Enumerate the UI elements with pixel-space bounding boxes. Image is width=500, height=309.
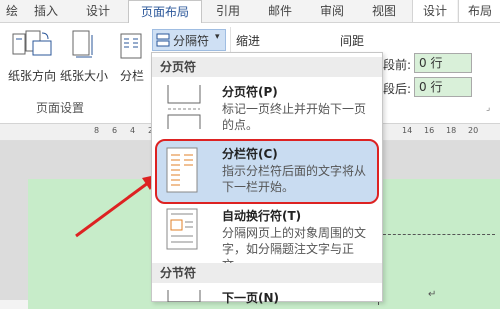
text-wrapping-break-icon [166,208,200,256]
section-header-section-breaks: 分节符 [152,263,382,283]
page-break-description: 标记一页终止并开始下一页的点。 [222,102,367,132]
ruler-tick: 18 [446,126,457,135]
tab-context-design[interactable]: 设计 [412,0,457,22]
ruler-tick: 20 [468,126,479,135]
breaks-dropdown-menu: 分页符 分页符(P) 标记一页终止并开始下一页的点。 分栏符(C) 指示分栏符后… [151,52,383,305]
orientation-label[interactable]: 纸张方向 [8,67,56,84]
dialog-launcher-icon[interactable]: ⌟ [486,103,490,113]
page-break-icon [160,83,208,135]
ruler-tick: 6 [112,126,118,135]
paper-size-label[interactable]: 纸张大小 [60,67,108,84]
ruler-tick: 8 [94,126,100,135]
tab-view[interactable]: 视图 [362,0,406,22]
ribbon-tab-bar: 绘 插入 设计 页面布局 引用 邮件 审阅 视图 设计 布局 [0,0,500,24]
ruler-tick: 14 [402,126,413,135]
breaks-icon [156,32,170,51]
tab-design[interactable]: 设计 [76,0,120,22]
next-page-title[interactable]: 下一页(N) [222,289,279,306]
page-break-title[interactable]: 分页符(P) [222,83,278,100]
orientation-icon[interactable] [24,29,52,65]
text-wrapping-break-title[interactable]: 自动换行符(T) [222,207,301,224]
column-break-icon [166,147,200,199]
table-outline [378,234,495,305]
paper-size-icon[interactable] [70,29,96,65]
tab-file[interactable]: 绘 [0,0,24,22]
breaks-button[interactable]: 分隔符 ▾ [152,29,226,51]
tab-references[interactable]: 引用 [206,0,250,22]
ruler-tick: 4 [130,126,136,135]
columns-icon[interactable] [120,33,142,63]
tab-page-layout[interactable]: 页面布局 [128,0,202,24]
section-header-page-breaks: 分页符 [152,57,382,77]
spacing-label: 间距 [340,34,365,48]
chevron-down-icon: ▾ [215,32,220,42]
breaks-label: 分隔符 [173,34,210,48]
spacing-before-input[interactable]: 0 行 [414,53,472,73]
tab-mailings[interactable]: 邮件 [258,0,302,22]
next-page-section-icon [160,287,208,306]
before-label: 段前: [383,58,412,72]
tab-insert[interactable]: 插入 [24,0,68,22]
columns-label[interactable]: 分栏 [120,67,144,84]
spacing-after-input[interactable]: 0 行 [414,77,472,97]
column-break-description: 指示分栏符后面的文字将从下一栏开始。 [222,164,367,194]
tab-context-layout[interactable]: 布局 [458,0,500,22]
column-break-title[interactable]: 分栏符(C) [222,145,278,162]
indent-label: 缩进 [236,34,261,48]
page-setup-group-label: 页面设置 [36,101,85,115]
paragraph-mark-icon: ↵ [428,289,437,300]
after-label: 段后: [383,82,412,96]
tab-review[interactable]: 审阅 [310,0,354,22]
ruler-tick: 16 [424,126,435,135]
